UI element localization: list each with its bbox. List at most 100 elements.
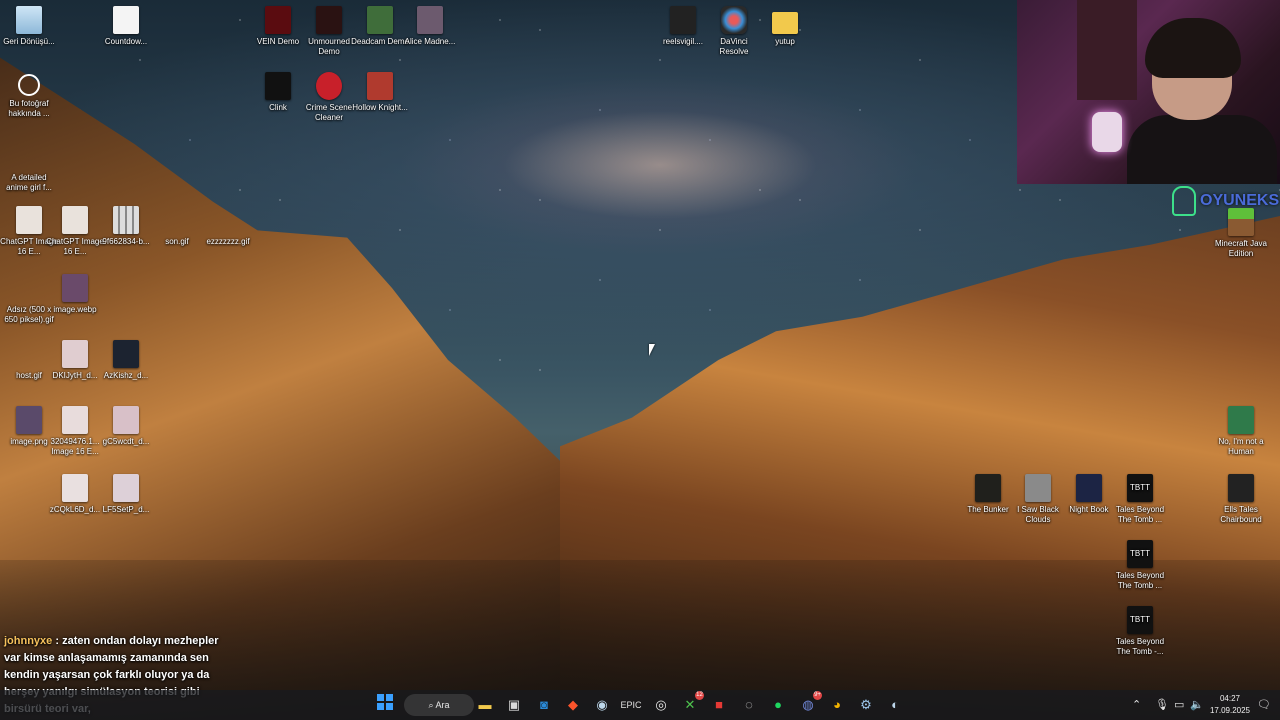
desktop-icon-davinci[interactable]: DaVinci Resolve — [705, 6, 763, 57]
streamer-body — [1127, 115, 1277, 184]
spotify-icon[interactable]: ● — [767, 694, 789, 716]
gif-file-icon — [164, 206, 190, 234]
desktop-icon-bu-fotograf[interactable]: Bu fotoğraf hakkında ... — [0, 74, 58, 119]
obs-icon[interactable]: ◎ — [650, 694, 672, 716]
night-book-game-icon — [1076, 474, 1102, 502]
desktop-icon-yutup[interactable]: yutup — [756, 6, 814, 47]
brave-icon[interactable]: ◆ — [562, 694, 584, 716]
desktop-icon-clink[interactable]: Clink — [249, 72, 307, 113]
discord-icon[interactable]: ◍ 9+ — [797, 691, 822, 716]
desktop-icon-son-gif[interactable]: son.gif — [148, 206, 206, 247]
search-box[interactable]: ⌕ Ara — [404, 694, 474, 716]
image-file-icon — [62, 206, 88, 234]
image-file-icon — [62, 274, 88, 302]
desktop-icon-dklly[interactable]: DKIJytH_d... — [46, 340, 104, 381]
image-file-icon — [62, 474, 88, 502]
desktop-icon-tbtt-ep4[interactable]: TBTT Tales Beyond The Tomb -... — [1111, 606, 1169, 657]
clock-date: 17.09.2025 — [1209, 706, 1251, 715]
gif-file-icon — [215, 206, 241, 234]
desktop-icon-32049476[interactable]: 32049476.1... Image 16 E... — [46, 406, 104, 457]
gif-file-icon — [16, 142, 42, 170]
hollow-knight-game-icon — [367, 72, 393, 100]
streamer-hair — [1145, 18, 1241, 78]
network-icon[interactable]: ▭ — [1174, 690, 1184, 720]
gif-file-icon — [16, 340, 42, 368]
image-file-icon — [62, 406, 88, 434]
desktop-icon-tbtt-ep2[interactable]: TBTT Tales Beyond The Tomb ... — [1111, 474, 1169, 525]
xbox-icon[interactable]: ✕ 12 — [679, 691, 704, 716]
image-file-icon — [113, 340, 139, 368]
store-icon[interactable]: ▣ — [503, 694, 525, 716]
desktop-icon-i-saw-black-clouds[interactable]: I Saw Black Clouds — [1009, 474, 1067, 525]
image-file-icon — [113, 474, 139, 502]
desktop-icon-anime-girl[interactable]: A detailed anime girl f... — [0, 142, 58, 193]
desktop-icon-ells-tales[interactable]: Ells Tales Chairbound — [1212, 474, 1270, 525]
webcam-overlay — [1017, 0, 1280, 184]
desktop-icon-lf5setp[interactable]: LF5SetP_d... — [97, 474, 155, 515]
image-file-icon — [113, 206, 139, 234]
image-file-icon — [16, 206, 42, 234]
image-file-icon — [113, 406, 139, 434]
discord-badge: 9+ — [813, 691, 822, 700]
search-icon: ⌕ — [428, 700, 434, 710]
folder-icon — [772, 12, 798, 34]
clock-time: 04:27 — [1219, 694, 1241, 703]
outlook-icon[interactable]: ◙ — [533, 694, 555, 716]
microphone-icon[interactable]: 🎙 — [1155, 690, 1169, 720]
unmourned-game-icon — [316, 6, 342, 34]
desktop-icon-ezzz-gif[interactable]: ezzzzzzz.gif — [199, 206, 257, 247]
file-explorer-icon[interactable]: ▬ — [474, 694, 496, 716]
i-saw-black-clouds-game-icon — [1025, 474, 1051, 502]
desktop-icon-crime-scene[interactable]: Crime Scene Cleaner — [300, 72, 358, 123]
image-file-icon — [62, 340, 88, 368]
logo-icon — [1172, 186, 1196, 216]
app-dots-icon[interactable]: ◌ — [738, 694, 760, 716]
desktop-icon-gc5wcdt[interactable]: gC5wcdt_d... — [97, 406, 155, 447]
desktop-icon-grid-image[interactable]: 9f662834-b... — [97, 206, 155, 247]
alice-game-icon — [417, 6, 443, 34]
app-gear-icon[interactable]: ⚙ — [855, 694, 877, 716]
camera-icon — [18, 74, 40, 96]
clock[interactable]: 04:27 17.09.2025 — [1208, 693, 1252, 717]
chrome-icon[interactable]: ◕ — [826, 694, 848, 716]
desktop-icon-tbtt-ep3[interactable]: TBTT Tales Beyond The Tomb ... — [1111, 540, 1169, 591]
tbtt-game-icon: TBTT — [1127, 474, 1153, 502]
the-bunker-game-icon — [975, 474, 1001, 502]
steam-icon[interactable]: ◉ — [591, 694, 613, 716]
steam-alt-icon[interactable]: ◐ — [884, 694, 906, 716]
desktop-icon-alice[interactable]: Alice Madne... — [401, 6, 459, 47]
desktop-icon-night-book[interactable]: Night Book — [1060, 474, 1118, 515]
no-human-game-icon — [1228, 406, 1254, 434]
desktop-icon-unmourned[interactable]: Unmourned Demo — [300, 6, 358, 57]
desktop-icon-chatgpt-2[interactable]: ChatGPT Image 16 E... — [46, 206, 104, 257]
volume-icon[interactable]: 🔈 — [1190, 690, 1204, 720]
app-red-icon[interactable]: ■ — [708, 694, 730, 716]
notification-icon[interactable]: 🗨 — [1257, 690, 1271, 720]
deadcam-game-icon — [367, 6, 393, 34]
image-file-icon — [16, 406, 42, 434]
search-label: Ara — [435, 700, 450, 710]
desktop-icon-reelsvigil[interactable]: reelsvigil.... — [654, 6, 712, 47]
desktop-icon-no-human[interactable]: No, I'm not a Human — [1212, 406, 1270, 457]
windows-icon[interactable] — [374, 694, 396, 716]
tbtt-game-icon: TBTT — [1127, 606, 1153, 634]
vein-game-icon — [265, 6, 291, 34]
ells-tales-game-icon — [1228, 474, 1254, 502]
gif-file-icon — [16, 274, 42, 302]
mouse-cursor — [649, 344, 655, 356]
desktop-icon-hollow-knight[interactable]: Hollow Knight... — [351, 72, 409, 113]
epic-icon[interactable]: EPIC — [620, 694, 642, 716]
desktop-icon-vein[interactable]: VEIN Demo — [249, 6, 307, 47]
desktop-icon-zcqkl6d[interactable]: zCQkL6D_d... — [46, 474, 104, 515]
chevron-up-icon[interactable]: ⌃ — [1132, 690, 1141, 720]
tbtt-game-icon: TBTT — [1127, 540, 1153, 568]
chat-username: johnnyxe — [4, 635, 53, 647]
desktop-icon-countdown[interactable]: Countdow... — [97, 6, 155, 47]
bookshelf — [1077, 0, 1137, 100]
desktop-icon-image-webp[interactable]: image.webp — [46, 274, 104, 315]
stream-logo: OYUNEKS — [1172, 186, 1280, 216]
recycle-bin-icon — [16, 6, 42, 34]
microphone — [1092, 112, 1122, 152]
desktop-icon-azkishz[interactable]: AzKishz_d... — [97, 340, 155, 381]
desktop-icon-recycle-bin[interactable]: Geri Dönüşü... — [0, 6, 58, 47]
